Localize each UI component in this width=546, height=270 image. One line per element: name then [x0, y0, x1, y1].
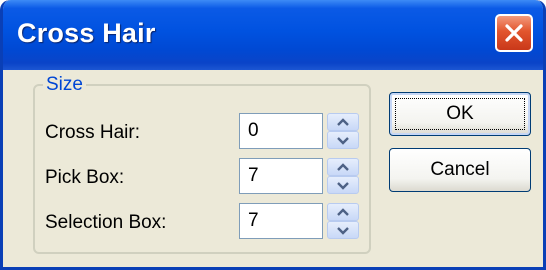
selection-box-label: Selection Box:: [45, 212, 167, 233]
cancel-button[interactable]: Cancel: [389, 148, 531, 192]
selection-box-increment-button[interactable]: [327, 203, 359, 221]
dialog-window: Cross Hair Size Cross Hair: Pick Box:: [0, 0, 546, 270]
dialog-client: Size Cross Hair: Pick Box: Selection Box…: [3, 70, 543, 267]
chevron-down-icon: [337, 137, 349, 145]
chevron-down-icon: [337, 182, 349, 190]
chevron-down-icon: [337, 227, 349, 235]
selection-box-spinner[interactable]: [327, 203, 359, 239]
pick-box-spinner[interactable]: [327, 158, 359, 194]
cancel-button-label: Cancel: [430, 159, 490, 180]
close-x-icon: [505, 24, 523, 42]
cross-hair-input[interactable]: [239, 113, 323, 149]
selection-box-decrement-button[interactable]: [327, 221, 359, 239]
chevron-up-icon: [337, 163, 349, 171]
pick-box-increment-button[interactable]: [327, 158, 359, 176]
pick-box-input[interactable]: [239, 158, 323, 194]
cross-hair-spinner[interactable]: [327, 113, 359, 149]
ok-button[interactable]: OK: [389, 92, 531, 136]
dialog-title: Cross Hair: [17, 18, 156, 48]
cross-hair-label: Cross Hair:: [45, 122, 141, 143]
ok-button-label: OK: [446, 103, 474, 124]
pick-box-decrement-button[interactable]: [327, 176, 359, 194]
chevron-up-icon: [337, 118, 349, 126]
title-bar[interactable]: Cross Hair: [3, 0, 543, 70]
cross-hair-increment-button[interactable]: [327, 113, 359, 131]
selection-box-input[interactable]: [239, 203, 323, 239]
cross-hair-decrement-button[interactable]: [327, 131, 359, 149]
pick-box-label: Pick Box:: [45, 167, 125, 188]
close-button[interactable]: [495, 14, 533, 52]
size-group-label: Size: [43, 74, 86, 96]
chevron-up-icon: [337, 208, 349, 216]
